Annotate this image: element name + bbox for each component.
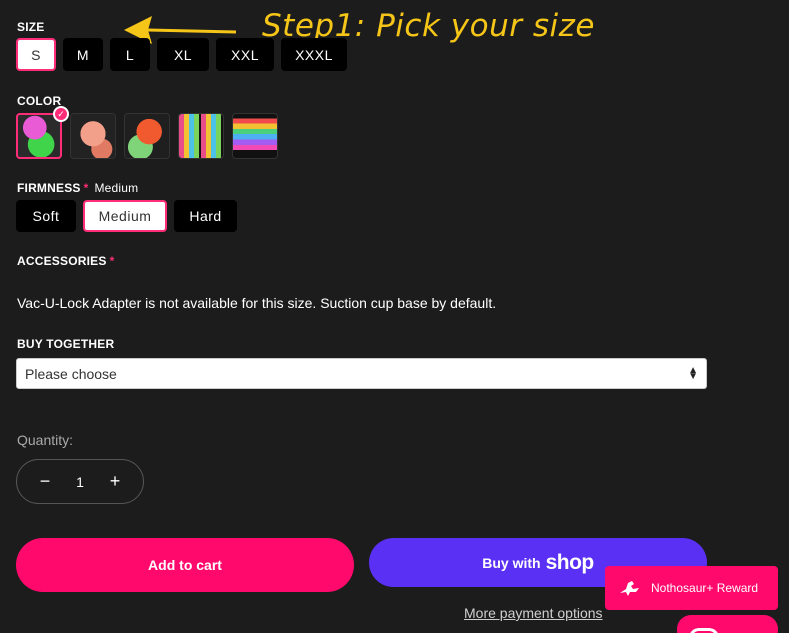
required-mark: * (109, 254, 115, 268)
buy-together-label: BUY TOGETHER (17, 337, 115, 351)
chevron-up-down-icon: ▲ ▼ (688, 364, 698, 382)
size-option-xl[interactable]: XL (157, 38, 209, 71)
size-label: SIZE (17, 20, 45, 34)
buy-together-selected-value: Please choose (25, 365, 117, 382)
accessories-message: Vac-U-Lock Adapter is not available for … (17, 295, 497, 311)
firmness-option-hard[interactable]: Hard (174, 200, 237, 232)
dinosaur-icon (620, 581, 639, 596)
firmness-label: FIRMNESS (17, 181, 81, 195)
add-to-cart-button[interactable]: Add to cart (16, 538, 354, 592)
size-option-xxxl[interactable]: XXXL (281, 38, 347, 71)
swatch-color-chart[interactable] (178, 113, 224, 159)
size-options: S M L XL XXL XXXL (16, 38, 347, 71)
swatch-orange-green[interactable] (124, 113, 170, 159)
size-option-m[interactable]: M (63, 38, 103, 71)
accessories-label-row: ACCESSORIES * (17, 254, 114, 268)
chat-widget-button[interactable] (677, 615, 778, 633)
chat-icon (689, 628, 719, 633)
quantity-stepper: − 1 + (16, 459, 144, 504)
accessories-label: ACCESSORIES (17, 254, 107, 268)
swatch-green-pink[interactable]: ✓ (16, 106, 69, 159)
size-option-l[interactable]: L (110, 38, 150, 71)
minus-button[interactable]: − (35, 471, 55, 492)
plus-button[interactable]: + (105, 471, 125, 492)
buy-together-select[interactable]: Please choose ▲ ▼ (16, 358, 707, 389)
swatch-peach[interactable] (70, 113, 116, 159)
firmness-option-medium[interactable]: Medium (83, 200, 167, 232)
color-label: COLOR (17, 94, 62, 108)
required-mark: * (83, 181, 89, 195)
size-option-xxl[interactable]: XXL (216, 38, 274, 71)
reward-widget-button[interactable]: Nothosaur+ Reward (605, 566, 778, 610)
firmness-current-value: Medium (94, 181, 139, 195)
firmness-label-row: FIRMNESS * Medium (17, 181, 138, 195)
firmness-options: Soft Medium Hard (16, 200, 237, 232)
size-option-s[interactable]: S (16, 38, 56, 71)
quantity-value[interactable]: 1 (76, 474, 84, 490)
firmness-option-soft[interactable]: Soft (16, 200, 76, 232)
selected-check-icon: ✓ (53, 106, 69, 122)
shop-logo: shop (545, 550, 595, 574)
reward-label: Nothosaur+ Reward (651, 581, 759, 595)
buy-with-label: Buy with (482, 554, 541, 571)
more-payment-options-link[interactable]: More payment options (464, 605, 603, 621)
quantity-label: Quantity: (17, 432, 74, 448)
color-options: ✓ (16, 106, 278, 159)
swatch-rainbow[interactable] (232, 113, 278, 159)
